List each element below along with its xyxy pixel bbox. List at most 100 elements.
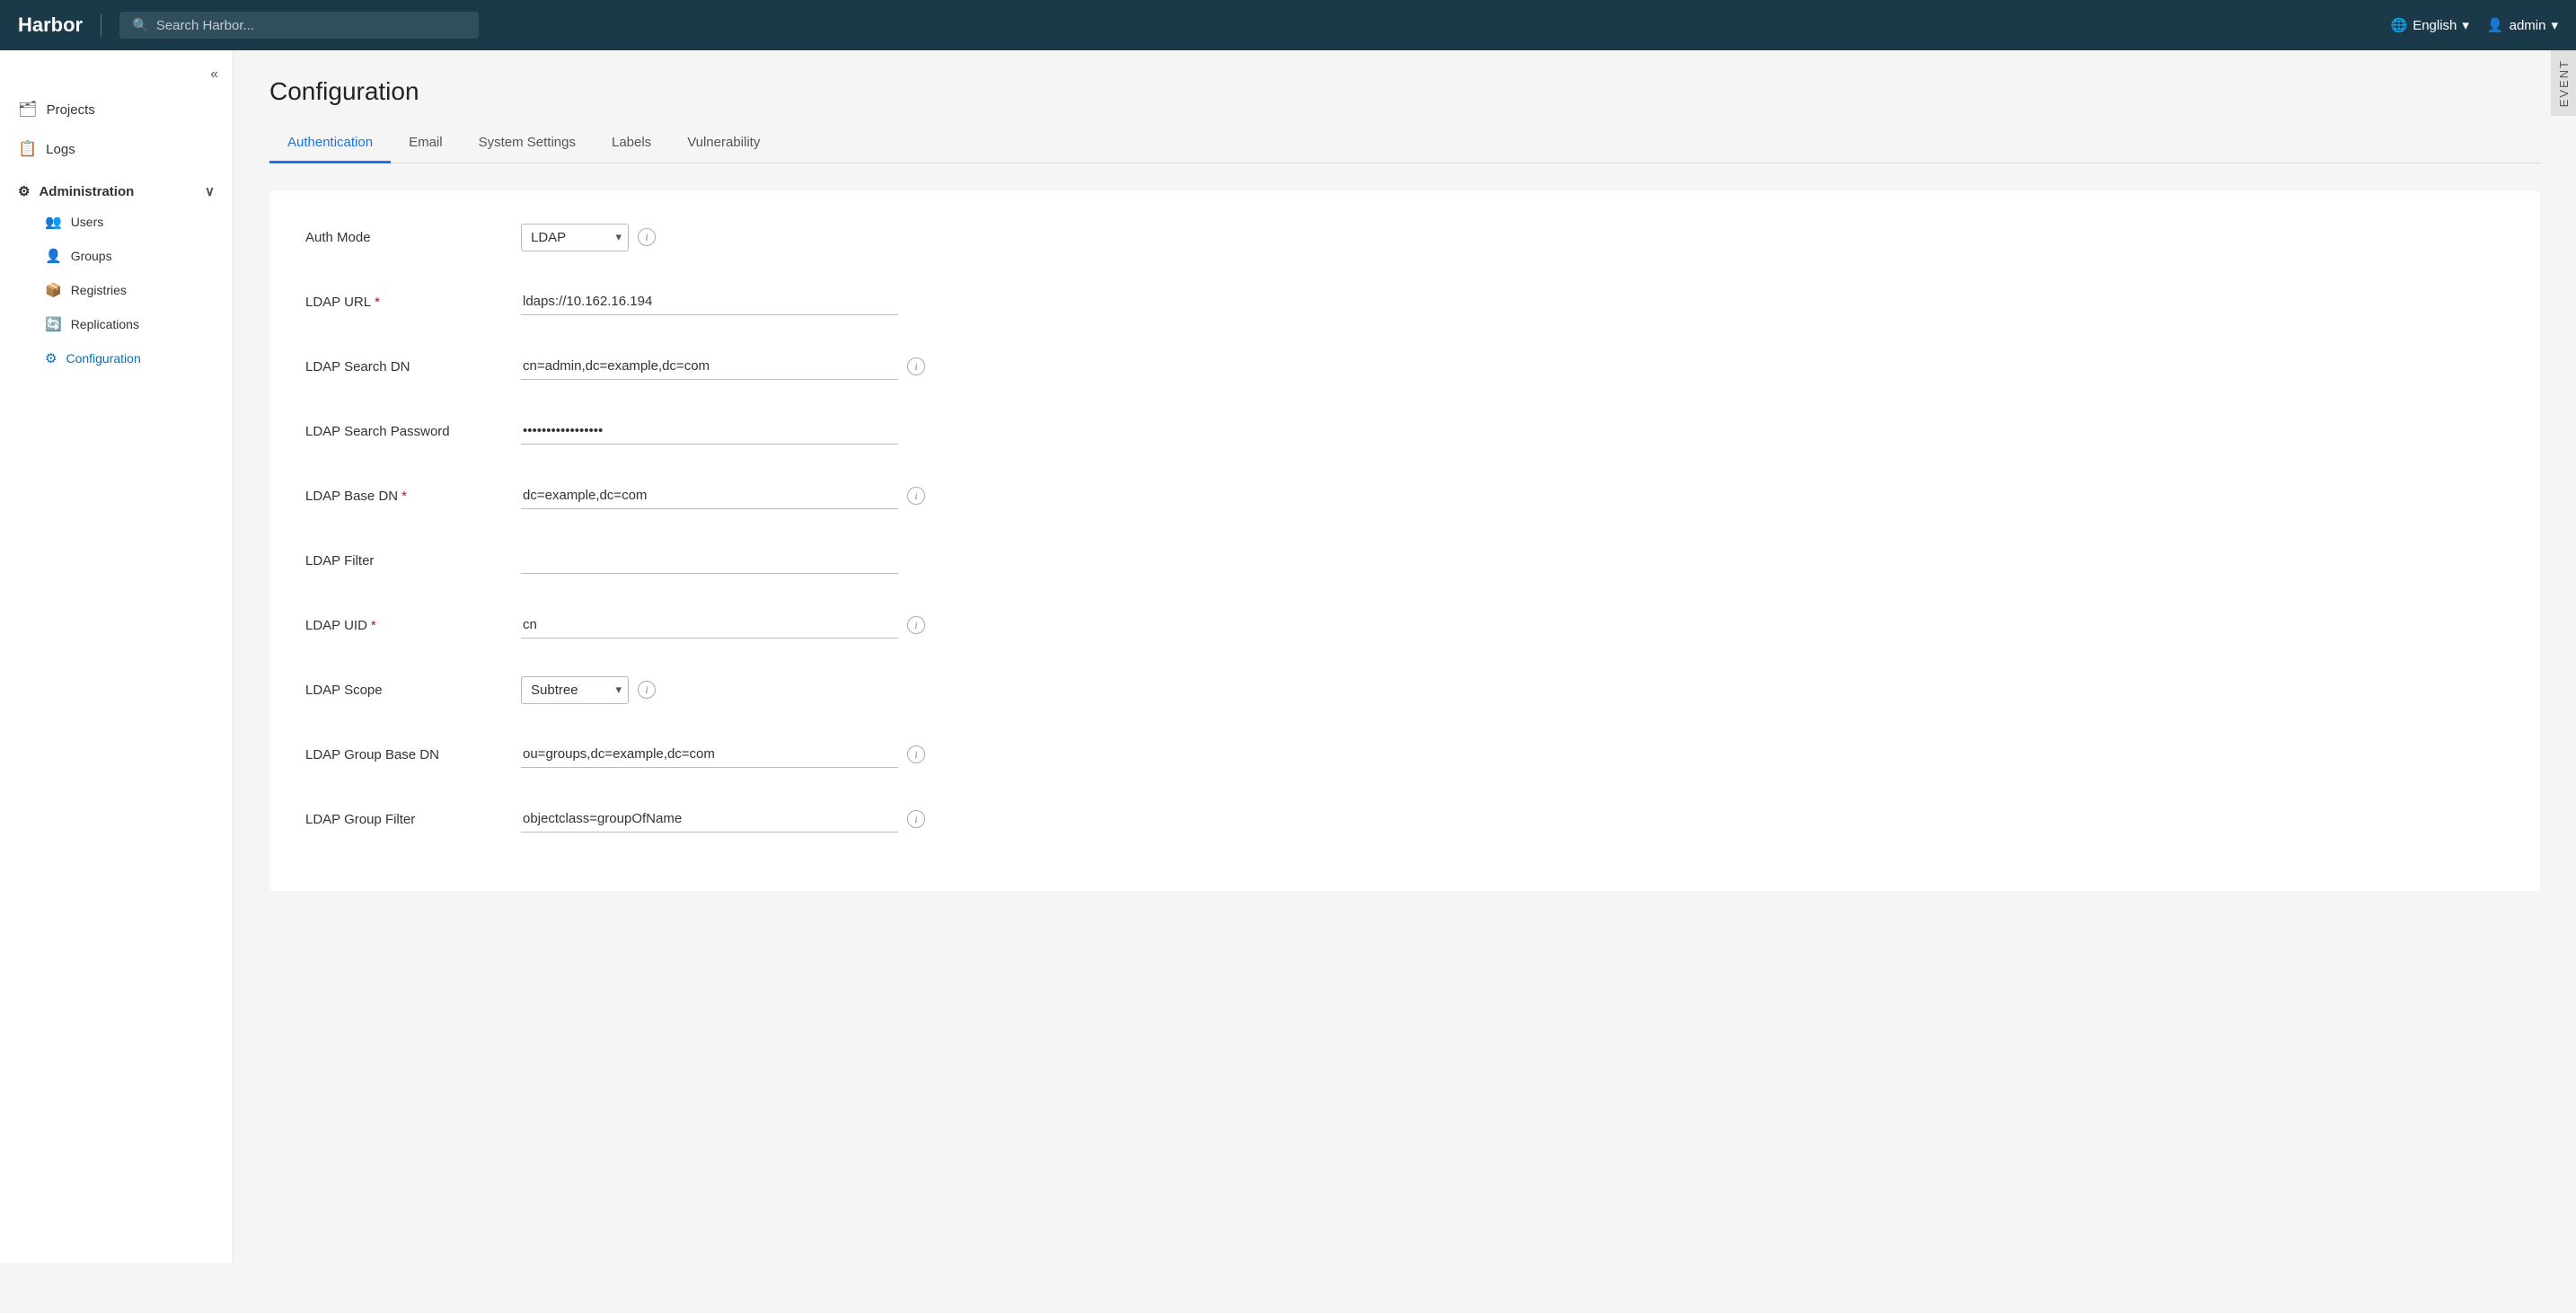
ldap-group-base-dn-control: i [521,741,2504,768]
ldap-base-dn-info-icon[interactable]: i [907,487,925,505]
ldap-search-dn-info-icon[interactable]: i [907,357,925,375]
ldap-search-dn-control: i [521,353,2504,380]
ldap-search-dn-label: LDAP Search DN [305,359,521,375]
ldap-group-filter-control: i [521,806,2504,833]
ldap-base-dn-input[interactable] [521,482,898,509]
sidebar-item-label: Logs [46,142,75,157]
tab-bar: Authentication Email System Settings Lab… [269,124,2540,163]
groups-icon: 👤 [45,248,62,264]
user-icon: 👤 [2487,17,2504,33]
admin-icon: ⚙ [18,183,30,199]
configuration-icon: ⚙ [45,350,57,366]
admin-section: ⚙ Administration ∨ 👥 Users 👤 Groups 📦 Re… [0,169,233,379]
ldap-group-filter-info-icon[interactable]: i [907,810,925,828]
logs-icon: 📋 [18,140,37,158]
ldap-uid-input[interactable] [521,612,898,639]
ldap-scope-select[interactable]: Subtree Base OneLevel [521,676,629,704]
nav-right: 🌐 English ▾ 👤 admin ▾ [2391,17,2559,33]
required-marker: * [401,489,407,504]
auth-mode-select-wrap: LDAP Database OIDC [521,224,629,251]
tab-system-settings[interactable]: System Settings [461,124,594,163]
ldap-scope-row: LDAP Scope Subtree Base OneLevel i [305,670,2504,709]
tab-email[interactable]: Email [391,124,461,163]
sidebar-item-replications[interactable]: 🔄 Replications [18,307,215,341]
main-content: Configuration Authentication Email Syste… [234,50,2576,1263]
sidebar-item-label: Users [71,215,104,229]
ldap-filter-input[interactable] [521,547,898,574]
ldap-uid-control: i [521,612,2504,639]
sidebar-item-configuration[interactable]: ⚙ Configuration [18,341,215,375]
search-bar[interactable]: 🔍 Search Harbor... [119,12,479,39]
ldap-base-dn-label: LDAP Base DN * [305,489,521,504]
ldap-scope-label: LDAP Scope [305,683,521,698]
configuration-form: Auth Mode LDAP Database OIDC i L [269,190,2540,891]
ldap-uid-row: LDAP UID * i [305,605,2504,645]
app-logo: Harbor [18,13,101,37]
sidebar: « 🗂 Projects 📋 Logs ⚙ Administration ∨ 👥… [0,50,234,1263]
projects-icon: 🗂 [18,101,38,119]
ldap-search-dn-row: LDAP Search DN i [305,347,2504,386]
administration-header[interactable]: ⚙ Administration ∨ [18,178,215,205]
ldap-url-control [521,288,2504,315]
ldap-scope-control: Subtree Base OneLevel i [521,676,2504,704]
ldap-uid-info-icon[interactable]: i [907,616,925,634]
collapse-icon: « [210,66,218,83]
ldap-group-base-dn-label: LDAP Group Base DN [305,747,521,762]
auth-mode-control: LDAP Database OIDC i [521,224,2504,251]
tab-labels[interactable]: Labels [594,124,669,163]
sidebar-item-label: Replications [71,317,139,331]
ldap-uid-label: LDAP UID * [305,618,521,633]
event-sidebar[interactable]: EVENT [2551,50,2576,116]
language-label: English [2413,18,2457,33]
ldap-group-base-dn-input[interactable] [521,741,898,768]
sidebar-collapse-button[interactable]: « [0,59,233,90]
auth-mode-row: Auth Mode LDAP Database OIDC i [305,217,2504,257]
sidebar-item-projects[interactable]: 🗂 Projects [0,90,233,129]
ldap-filter-label: LDAP Filter [305,553,521,568]
registries-icon: 📦 [45,282,62,298]
language-selector[interactable]: 🌐 English ▾ [2391,17,2469,33]
required-marker: * [371,618,376,633]
ldap-search-password-label: LDAP Search Password [305,424,521,439]
sidebar-item-label: Projects [47,102,95,118]
top-nav: Harbor 🔍 Search Harbor... 🌐 English ▾ 👤 … [0,0,2576,50]
required-marker: * [375,295,380,310]
replications-icon: 🔄 [45,316,62,332]
ldap-search-password-input[interactable] [521,418,898,445]
ldap-group-filter-row: LDAP Group Filter i [305,799,2504,839]
ldap-group-filter-input[interactable] [521,806,898,833]
ldap-group-base-dn-row: LDAP Group Base DN i [305,735,2504,774]
tab-authentication[interactable]: Authentication [269,124,391,163]
sidebar-item-registries[interactable]: 📦 Registries [18,273,215,307]
ldap-url-row: LDAP URL * [305,282,2504,322]
tab-vulnerability[interactable]: Vulnerability [669,124,778,163]
page-title: Configuration [269,77,2540,106]
ldap-search-password-row: LDAP Search Password [305,411,2504,451]
sidebar-item-users[interactable]: 👥 Users [18,205,215,239]
layout: « 🗂 Projects 📋 Logs ⚙ Administration ∨ 👥… [0,50,2576,1263]
auth-mode-info-icon[interactable]: i [638,228,656,246]
auth-mode-label: Auth Mode [305,230,521,245]
sidebar-item-logs[interactable]: 📋 Logs [0,129,233,169]
ldap-scope-info-icon[interactable]: i [638,681,656,699]
auth-mode-select[interactable]: LDAP Database OIDC [521,224,629,251]
user-label: admin [2510,18,2546,33]
chevron-down-icon: ▾ [2551,17,2558,33]
ldap-search-password-control [521,418,2504,445]
globe-icon: 🌐 [2391,17,2408,33]
chevron-down-icon: ∨ [205,183,215,199]
event-label: EVENT [2557,59,2571,107]
ldap-url-input[interactable] [521,288,898,315]
chevron-down-icon: ▾ [2462,17,2469,33]
ldap-filter-control [521,547,2504,574]
ldap-base-dn-control: i [521,482,2504,509]
search-placeholder: Search Harbor... [156,18,254,33]
ldap-group-base-dn-info-icon[interactable]: i [907,745,925,763]
ldap-search-dn-input[interactable] [521,353,898,380]
ldap-group-filter-label: LDAP Group Filter [305,812,521,827]
administration-label: Administration [39,184,134,199]
sidebar-item-label: Registries [71,283,127,297]
sidebar-item-groups[interactable]: 👤 Groups [18,239,215,273]
ldap-scope-select-wrap: Subtree Base OneLevel [521,676,629,704]
user-menu[interactable]: 👤 admin ▾ [2487,17,2558,33]
